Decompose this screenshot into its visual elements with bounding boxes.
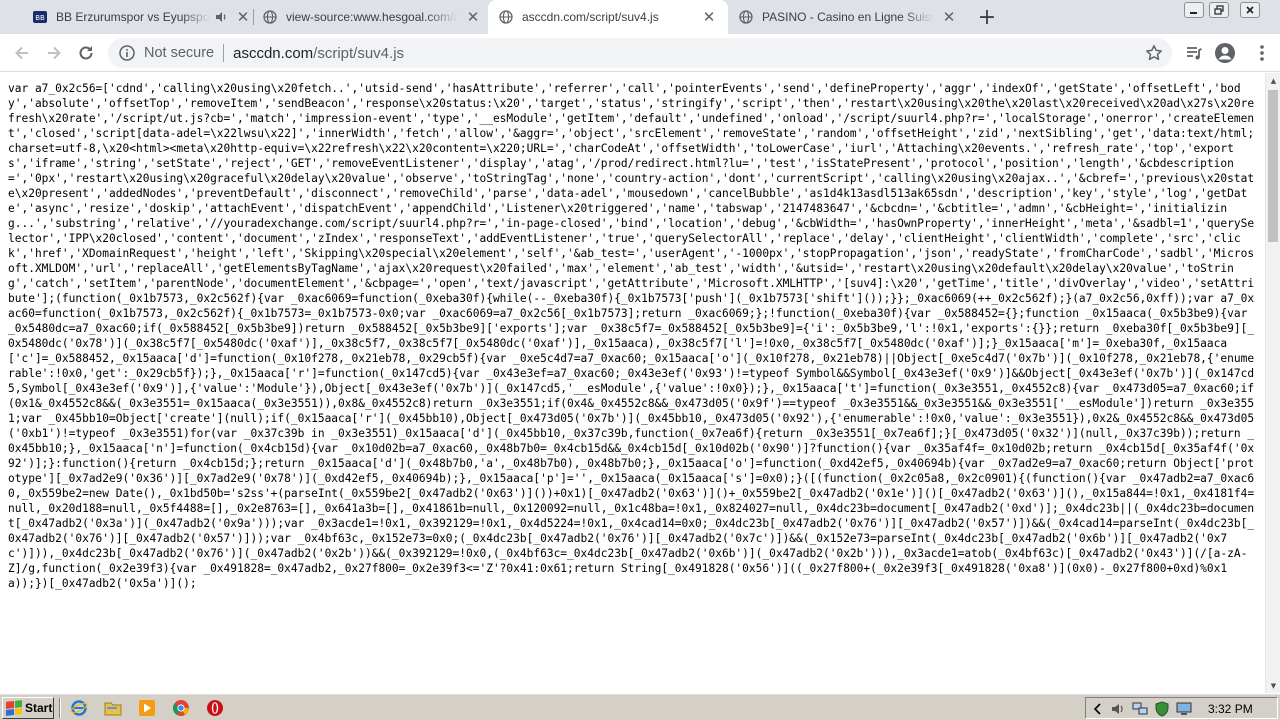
system-tray: 3:32 PM [1085,697,1278,719]
tab-erzurumspor[interactable]: BB BB Erzurumspor vs Eyupspor - H ✕ [22,0,262,34]
taskbar: Start 3:32 PM [0,693,1280,720]
globe-icon [262,9,278,25]
quicklaunch-media-player[interactable] [137,699,157,717]
arrow-left-icon [15,46,28,60]
windows-flag-icon [6,700,22,716]
start-label: Start [25,701,53,715]
display-icon[interactable] [1176,701,1192,717]
tab-close-icon[interactable]: ✕ [234,8,252,26]
forward-button[interactable] [41,40,67,66]
menu-button[interactable] [1249,40,1275,66]
restore-button[interactable] [1209,2,1229,18]
playlist-icon [1187,47,1202,60]
scroll-down-icon[interactable]: ▼ [1266,678,1280,693]
script-source-text: var a7_0x2c56=['cdnd','calling\x20using\… [8,82,1255,590]
restore-icon [1214,5,1224,15]
url-text[interactable]: asccdn.com/script/suv4.js [233,45,404,62]
speaker-icon[interactable] [214,10,228,24]
globe-icon [498,9,514,25]
tab-title: PASINO - Casino en Ligne Suisse - Su [762,10,934,24]
account-icon [1215,43,1235,63]
close-window-button[interactable] [1240,2,1260,18]
more-vert-icon [1260,45,1264,61]
reload-button[interactable] [73,40,99,66]
omnibox-divider [223,44,225,62]
site-favicon-icon: BB [32,9,48,25]
tab-title: view-source:www.hesgoal.com/new [286,10,458,24]
tab-active-suv4[interactable]: asccdn.com/script/suv4.js ✕ [488,0,728,34]
bookmark-star-icon[interactable] [1144,43,1164,63]
arrow-left-icon[interactable] [1090,701,1106,717]
quicklaunch-chrome[interactable] [171,699,191,717]
opera-icon [207,700,223,716]
address-bar[interactable]: Not secure asccdn.com/script/suv4.js [108,38,1172,68]
page-content: var a7_0x2c56=['cdnd','calling\x20using\… [0,73,1265,693]
vertical-scrollbar[interactable]: ▲ ▼ [1265,73,1280,693]
tab-close-icon[interactable]: ✕ [940,8,958,26]
browser-toolbar: Not secure asccdn.com/script/suv4.js [0,34,1280,72]
taskbar-clock[interactable]: 3:32 PM [1208,702,1253,716]
reload-icon [79,46,93,60]
globe-icon [738,9,754,25]
quicklaunch-ie[interactable] [69,699,89,717]
tab-title: asccdn.com/script/suv4.js [522,10,659,24]
profile-button[interactable] [1212,40,1238,66]
folder-icon [104,702,122,716]
security-status[interactable]: Not secure [144,45,214,61]
close-icon [1246,6,1254,14]
quicklaunch-explorer[interactable] [103,699,123,717]
chrome-icon [173,700,189,716]
tab-close-icon[interactable]: ✕ [464,8,482,26]
url-path: /script/suv4.js [313,44,405,62]
scroll-up-icon[interactable]: ▲ [1266,73,1280,88]
tab-close-icon[interactable]: ✕ [700,8,718,26]
internet-explorer-icon [70,700,88,716]
back-button[interactable] [9,40,35,66]
minimize-button[interactable] [1184,2,1204,18]
media-player-icon [139,700,155,716]
minimize-icon [1190,12,1197,14]
security-shield-icon[interactable] [1154,701,1170,717]
tab-pasino[interactable]: PASINO - Casino en Ligne Suisse - Su ✕ [728,0,968,34]
speaker-icon[interactable] [1110,701,1126,717]
network-icon[interactable] [1132,701,1148,717]
arrow-right-icon [48,46,61,60]
new-tab-button[interactable]: + [975,5,999,30]
url-host: asccdn.com [233,44,314,62]
tab-strip: BB BB Erzurumspor vs Eyupspor - H ✕ view… [0,0,1280,34]
scrollbar-thumb[interactable] [1268,90,1278,242]
tab-view-source[interactable]: view-source:www.hesgoal.com/new ✕ [252,0,492,34]
tab-title: BB Erzurumspor vs Eyupspor - H [56,10,210,24]
media-queue-button[interactable] [1181,40,1207,66]
info-icon[interactable] [118,44,136,62]
taskbar-divider [59,698,61,718]
start-button[interactable]: Start [2,697,54,719]
svg-text:BB: BB [35,14,45,22]
quicklaunch-opera[interactable] [205,699,225,717]
